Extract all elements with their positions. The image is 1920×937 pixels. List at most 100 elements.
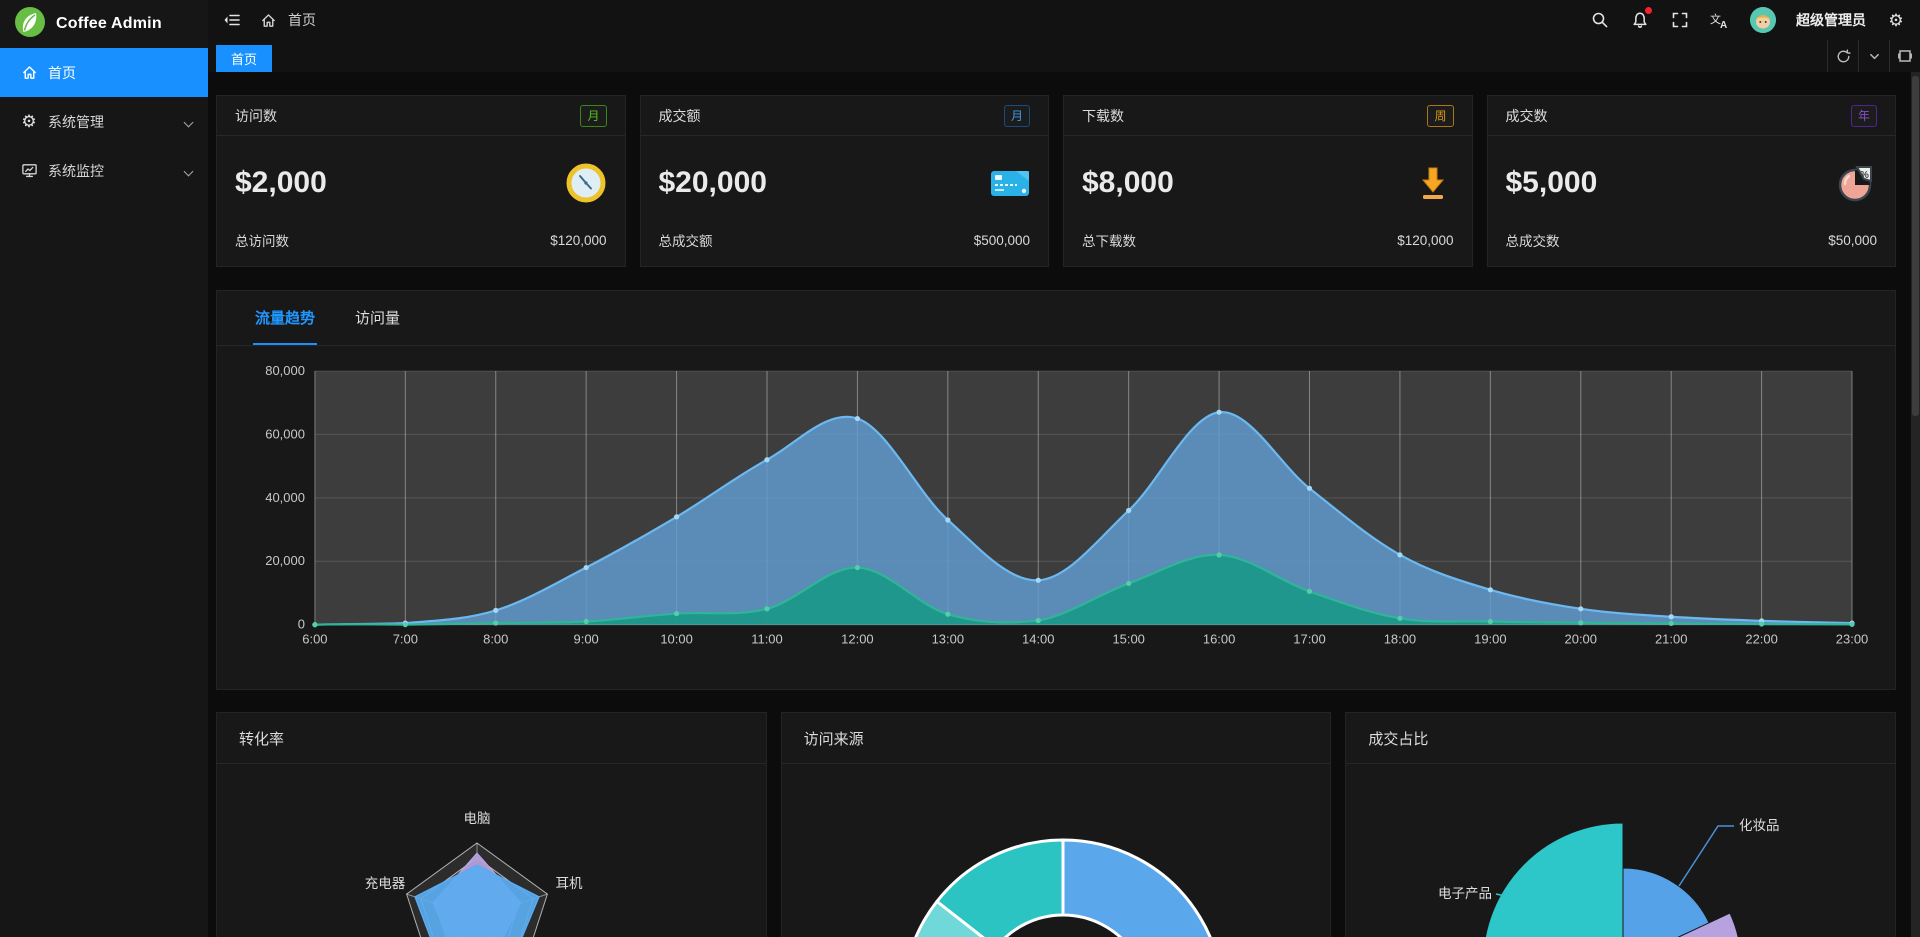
svg-text:充电器: 充电器 xyxy=(365,876,406,891)
svg-text:14:00: 14:00 xyxy=(1022,632,1054,647)
maximize-icon[interactable] xyxy=(1889,40,1920,72)
stat-footer-value: $50,000 xyxy=(1828,233,1877,248)
scrollbar[interactable] xyxy=(1911,72,1920,937)
breadcrumb[interactable]: 首页 xyxy=(288,10,316,30)
bottom-card-row: 转化率 电脑耳机充电器 访问来源 成交占比 电子产品 化妆品 xyxy=(216,712,1896,937)
pie-percent-icon: % xyxy=(1835,162,1877,204)
sidebar-item-home[interactable]: 首页 xyxy=(0,48,208,97)
breadcrumb-home-icon[interactable] xyxy=(258,10,278,30)
sidebar-item-label: 首页 xyxy=(48,63,76,83)
trend-tabs: 流量趋势 访问量 xyxy=(217,291,1895,346)
svg-text:电脑: 电脑 xyxy=(464,811,491,826)
svg-text:13:00: 13:00 xyxy=(932,632,964,647)
sidebar: Coffee Admin 首页 ⚙ 系统管理 系统监控 xyxy=(0,0,208,937)
stat-card-deals: 成交数 年 $5,000 % 总成交数 $50,000 xyxy=(1487,95,1897,267)
tab-visits[interactable]: 访问量 xyxy=(353,307,402,345)
chevron-down-icon[interactable] xyxy=(1858,40,1889,72)
fullscreen-icon[interactable] xyxy=(1670,10,1690,30)
tab-home[interactable]: 首页 xyxy=(216,45,272,72)
svg-text:18:00: 18:00 xyxy=(1384,632,1416,647)
svg-text:16:00: 16:00 xyxy=(1203,632,1235,647)
svg-text:化妆品: 化妆品 xyxy=(1739,818,1780,833)
period-badge: 年 xyxy=(1851,105,1877,127)
svg-text:10:00: 10:00 xyxy=(660,632,692,647)
sidebar-menu: 首页 ⚙ 系统管理 系统监控 xyxy=(0,48,208,195)
monitor-icon xyxy=(20,162,38,180)
traffic-trend-card: 流量趋势 访问量 6:007:008:009:0010:0011:0012:00… xyxy=(216,290,1896,690)
card-title: 转化率 xyxy=(217,713,766,764)
svg-text:7:00: 7:00 xyxy=(393,632,418,647)
stat-card-title: 成交数 xyxy=(1506,106,1548,126)
visit-source-card: 访问来源 xyxy=(781,712,1332,937)
scrollbar-thumb[interactable] xyxy=(1912,76,1919,416)
stat-footer-value: $120,000 xyxy=(1397,233,1453,248)
svg-text:60,000: 60,000 xyxy=(265,426,305,441)
app-title: Coffee Admin xyxy=(56,15,162,33)
credit-card-icon xyxy=(988,162,1030,204)
stat-footer-value: $500,000 xyxy=(974,233,1030,248)
stat-card-downloads: 下载数 周 $8,000 总下载数 $120,000 xyxy=(1063,95,1473,267)
sidebar-item-system-admin[interactable]: ⚙ 系统管理 xyxy=(0,97,208,146)
settings-gear-icon[interactable]: ⚙ xyxy=(1886,10,1906,30)
svg-text:11:00: 11:00 xyxy=(751,632,783,647)
stat-value: $20,000 xyxy=(659,166,767,200)
topbar: 首页 文A 超级管理员 ⚙ xyxy=(208,0,1920,40)
period-badge: 月 xyxy=(1004,105,1030,127)
deal-share-card: 成交占比 电子产品 化妆品 xyxy=(1345,712,1896,937)
stat-footer-label: 总成交数 xyxy=(1506,230,1560,250)
svg-text:20,000: 20,000 xyxy=(265,553,305,568)
chevron-down-icon xyxy=(184,166,194,176)
card-title: 访问来源 xyxy=(782,713,1331,764)
stat-card-title: 成交额 xyxy=(659,106,701,126)
notifications-bell-icon[interactable] xyxy=(1630,10,1650,30)
stat-card-title: 访问数 xyxy=(235,106,277,126)
stat-footer-label: 总成交额 xyxy=(659,230,713,250)
svg-text:6:00: 6:00 xyxy=(302,632,327,647)
username-label[interactable]: 超级管理员 xyxy=(1796,10,1866,30)
svg-text:0: 0 xyxy=(298,617,305,632)
page-tabbar: 首页 xyxy=(208,40,1920,72)
conversion-rate-card: 转化率 电脑耳机充电器 xyxy=(216,712,767,937)
card-title: 成交占比 xyxy=(1346,713,1895,764)
svg-text:A: A xyxy=(1720,20,1727,30)
sidebar-item-label: 系统管理 xyxy=(48,112,104,132)
app-logo-row[interactable]: Coffee Admin xyxy=(0,0,208,48)
svg-text:%: % xyxy=(1860,170,1869,181)
stat-card-title: 下载数 xyxy=(1082,106,1124,126)
donut-chart-area xyxy=(782,764,1331,937)
download-icon xyxy=(1412,162,1454,204)
svg-text:22:00: 22:00 xyxy=(1745,632,1777,647)
pie-chart-area: 电子产品 化妆品 xyxy=(1346,764,1895,937)
stat-footer-label: 总访问数 xyxy=(235,230,289,250)
stat-footer-label: 总下载数 xyxy=(1082,230,1136,250)
leaf-logo-icon xyxy=(14,6,46,43)
language-translate-icon[interactable]: 文A xyxy=(1710,10,1730,30)
search-icon[interactable] xyxy=(1590,10,1610,30)
svg-text:17:00: 17:00 xyxy=(1293,632,1325,647)
collapse-sidebar-icon[interactable] xyxy=(222,10,242,30)
dashboard-screen: Coffee Admin 首页 ⚙ 系统管理 系统监控 xyxy=(0,0,1920,937)
svg-text:8:00: 8:00 xyxy=(483,632,508,647)
period-badge: 月 xyxy=(580,105,606,127)
stat-card-visits: 访问数 月 $2,000 总访问数 $120,000 xyxy=(216,95,626,267)
refresh-icon[interactable] xyxy=(1827,40,1858,72)
svg-text:40,000: 40,000 xyxy=(265,490,305,505)
stat-footer-value: $120,000 xyxy=(550,233,606,248)
sidebar-item-system-monitor[interactable]: 系统监控 xyxy=(0,146,208,195)
user-avatar[interactable] xyxy=(1750,7,1776,33)
tab-traffic-trend[interactable]: 流量趋势 xyxy=(253,307,317,345)
svg-text:80,000: 80,000 xyxy=(265,363,305,378)
home-icon xyxy=(20,64,38,82)
rose-pie-chart: 电子产品 化妆品 xyxy=(1346,764,1895,937)
svg-text:19:00: 19:00 xyxy=(1474,632,1506,647)
chevron-down-icon xyxy=(184,117,194,127)
period-badge: 周 xyxy=(1427,105,1453,127)
svg-text:电子产品: 电子产品 xyxy=(1438,886,1492,901)
svg-text:9:00: 9:00 xyxy=(574,632,599,647)
main-content: 访问数 月 $2,000 总访问数 $120,000 成交额 月 xyxy=(208,72,1920,937)
stat-value: $2,000 xyxy=(235,166,327,200)
radar-chart-area: 电脑耳机充电器 xyxy=(217,764,766,937)
svg-text:20:00: 20:00 xyxy=(1565,632,1597,647)
gear-icon: ⚙ xyxy=(20,113,38,131)
sidebar-item-label: 系统监控 xyxy=(48,161,104,181)
